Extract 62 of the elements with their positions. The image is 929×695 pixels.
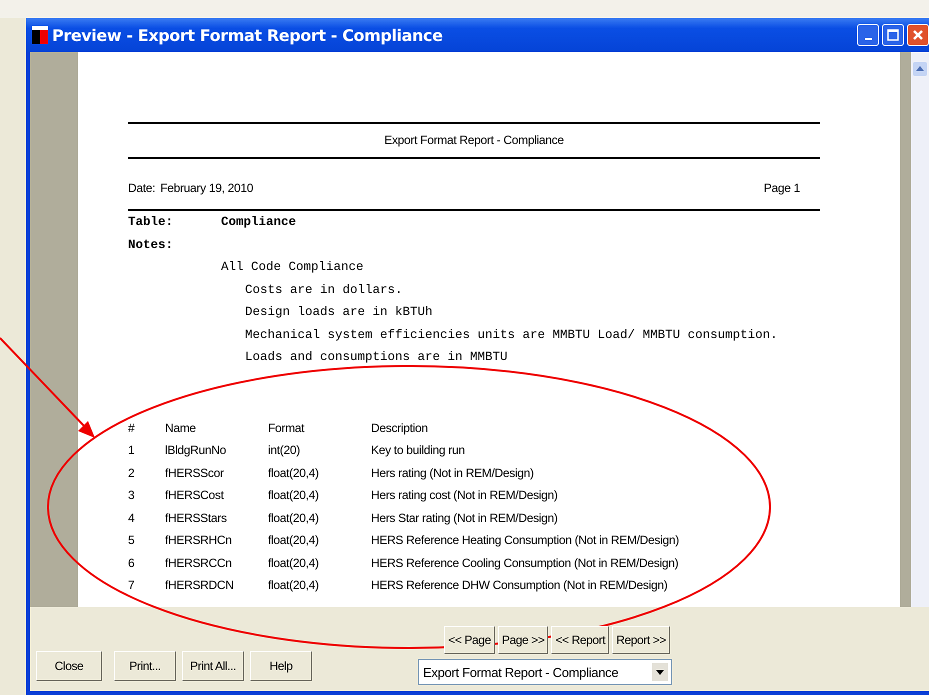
- nav-button[interactable]: Report >>: [612, 626, 670, 654]
- note-line: Costs are in dollars.: [245, 282, 403, 296]
- table-cell-text: fHERSCost: [165, 488, 225, 502]
- table-name: Compliance: [221, 214, 296, 231]
- nav-button[interactable]: << Report: [551, 626, 610, 654]
- close-icon: [912, 29, 924, 41]
- column-header: Description: [371, 420, 428, 435]
- table-cell-text: lBldgRunNo: [165, 443, 228, 458]
- dialog-button[interactable]: Print All...: [182, 651, 244, 681]
- table-cell-text: 6: [128, 556, 136, 570]
- note-line: Design loads are in kBTUh: [245, 305, 433, 319]
- column-header: #: [128, 420, 136, 435]
- table-cell-text: fHERSRHCn: [165, 533, 233, 548]
- table-cell-text: fHERSScor: [165, 466, 225, 480]
- report-dropdown[interactable]: Export Format Report - Compliance: [418, 659, 672, 685]
- table-cell-text: fHERSRCCn: [165, 556, 233, 570]
- minimize-icon: [864, 38, 872, 40]
- note-line: All Code Compliance: [221, 260, 364, 274]
- table-cell-text: float(20,4): [268, 488, 320, 502]
- app-icon: [32, 26, 48, 44]
- table-cell-text: 3: [128, 488, 136, 502]
- page-number: Page 1: [764, 181, 800, 195]
- note-line: Mechanical system efficiencies units are MMBTU Load/ MMBTU consumption.: [245, 328, 778, 342]
- table-cell-text: 1: [128, 443, 136, 458]
- nav-button[interactable]: << Page: [444, 626, 495, 654]
- table-cell: Hers Star rating (Not in REM/Design): [371, 510, 558, 525]
- column-header: Format: [268, 420, 306, 435]
- table-cell-text: 2: [128, 466, 136, 480]
- table-cell-text: int(20): [268, 443, 301, 458]
- table-cell: Key to building run: [371, 443, 465, 458]
- maximize-button[interactable]: [882, 24, 904, 46]
- report-header: Export Format Report - Compliance: [383, 132, 565, 149]
- table-cell-text: fHERSRDCN: [165, 578, 235, 592]
- notes-label: Notes:: [128, 236, 174, 254]
- table-cell-text: float(20,4): [268, 510, 320, 525]
- table-cell-text: fHERSStars: [165, 510, 228, 525]
- table-cell: HERS Reference Heating Consumption (Not in REM/Design): [371, 533, 679, 548]
- dialog-button[interactable]: Close: [36, 651, 102, 681]
- table-cell: HERS Reference DHW Consumption (Not in REM/Design): [371, 578, 668, 592]
- nav-button[interactable]: Page >>: [498, 626, 548, 654]
- table-cell-text: 4: [128, 510, 136, 525]
- table-cell: Hers rating (Not in REM/Design): [371, 466, 534, 480]
- table-cell-text: 5: [128, 533, 136, 548]
- dialog-button[interactable]: Print...: [114, 651, 176, 681]
- table-cell-text: float(20,4): [268, 466, 320, 480]
- table-cell-text: float(20,4): [268, 556, 320, 570]
- close-button[interactable]: [907, 24, 929, 46]
- table-label: Table:: [128, 214, 174, 231]
- note-line: Loads and consumptions are in MMBTU: [245, 350, 508, 364]
- report-date: February 19, 2010: [160, 181, 254, 195]
- window-title: Preview - Export Format Report - Compliance: [52, 26, 443, 44]
- scrollbar[interactable]: [911, 52, 929, 607]
- table-cell-text: float(20,4): [268, 533, 320, 548]
- table-cell-text: float(20,4): [268, 578, 320, 592]
- dialog-button[interactable]: Help: [250, 651, 312, 681]
- table-cell-text: 7: [128, 578, 136, 592]
- column-header: Name: [165, 420, 197, 435]
- maximize-icon: [887, 29, 899, 41]
- minimize-button[interactable]: [857, 24, 879, 46]
- table-cell: Hers rating cost (Not in REM/Design): [371, 488, 558, 502]
- date-label: Date:: [128, 181, 156, 195]
- table-cell: HERS Reference Cooling Consumption (Not in REM/Design): [371, 556, 678, 570]
